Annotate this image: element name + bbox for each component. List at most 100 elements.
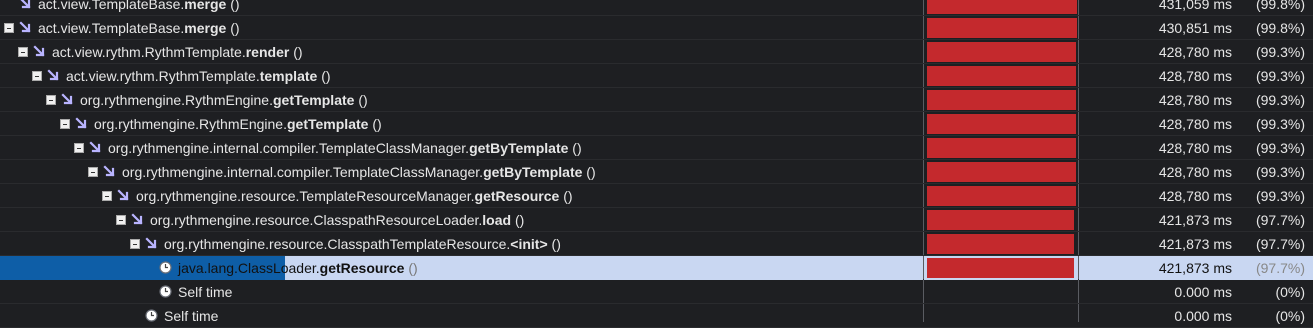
time-bar-cell — [924, 280, 1078, 304]
time-percent: (99.8%) — [1255, 20, 1305, 36]
down-right-arrow-icon — [19, 0, 33, 11]
time-percent: (97.7%) — [1255, 260, 1305, 276]
method-name: getResource — [319, 260, 405, 276]
collapse-toggle-icon[interactable] — [102, 191, 112, 201]
time-value: 428,780 ms — [1158, 164, 1232, 180]
tree-row[interactable]: org.rythmengine.RythmEngine.getTemplate … — [0, 112, 1313, 136]
down-right-arrow-icon — [19, 21, 33, 35]
tree-row[interactable]: java.lang.ClassLoader.getResource () 421,… — [0, 256, 1313, 280]
time-cell: 428,780 ms (99.3%) — [1079, 40, 1313, 64]
time-percent: (99.3%) — [1255, 44, 1305, 60]
tree-row[interactable]: org.rythmengine.resource.TemplateResourc… — [0, 184, 1313, 208]
collapse-toggle-icon[interactable] — [18, 47, 28, 57]
tree-row[interactable]: org.rythmengine.resource.ClasspathResour… — [0, 208, 1313, 232]
time-percent: (99.3%) — [1255, 188, 1305, 204]
method-prefix: org.rythmengine.RythmEngine. — [94, 116, 287, 132]
method-cell: org.rythmengine.RythmEngine.getTemplate … — [0, 88, 923, 112]
method-label: org.rythmengine.RythmEngine.getTemplate … — [94, 116, 382, 132]
time-value: 421,873 ms — [1158, 212, 1232, 228]
method-cell: org.rythmengine.resource.ClasspathTempla… — [0, 232, 923, 256]
method-name: getResource — [474, 188, 560, 204]
time-value: 428,780 ms — [1158, 92, 1232, 108]
tree-row[interactable]: act.view.rythm.RythmTemplate.template ()… — [0, 64, 1313, 88]
tree-row[interactable]: org.rythmengine.RythmEngine.getTemplate … — [0, 88, 1313, 112]
time-bar-cell — [924, 136, 1078, 160]
time-value: 428,780 ms — [1158, 116, 1232, 132]
time-bar — [927, 0, 1077, 14]
time-cell: 421,873 ms (97.7%) — [1079, 256, 1313, 280]
time-cell: 428,780 ms (99.3%) — [1079, 64, 1313, 88]
tree-row[interactable]: org.rythmengine.internal.compiler.Templa… — [0, 136, 1313, 160]
method-label: org.rythmengine.internal.compiler.Templa… — [122, 164, 596, 180]
method-label: act.view.TemplateBase.merge () — [38, 20, 240, 36]
method-cell: org.rythmengine.internal.compiler.Templa… — [0, 160, 923, 184]
time-value: 428,780 ms — [1158, 44, 1232, 60]
tree-row[interactable]: act.view.TemplateBase.merge () 430,851 ms… — [0, 16, 1313, 40]
method-name: merge — [184, 0, 227, 12]
time-bar — [927, 210, 1074, 230]
time-value: 428,780 ms — [1158, 68, 1232, 84]
collapse-toggle-icon[interactable] — [32, 71, 42, 81]
method-cell: java.lang.ClassLoader.getResource () — [0, 256, 923, 280]
time-cell: 421,873 ms (97.7%) — [1079, 208, 1313, 232]
down-right-arrow-icon — [47, 69, 61, 83]
method-label: org.rythmengine.internal.compiler.Templa… — [108, 140, 582, 156]
time-bar — [927, 66, 1076, 86]
method-args: () — [226, 0, 240, 12]
method-name: render — [245, 44, 290, 60]
time-bar — [927, 186, 1076, 206]
down-right-arrow-icon — [61, 93, 75, 107]
method-args: () — [354, 92, 368, 108]
method-label: act.view.rythm.RythmTemplate.render () — [52, 44, 303, 60]
time-cell: 0.000 ms (0%) — [1079, 304, 1313, 328]
method-label: Self time — [178, 284, 232, 300]
time-bar — [927, 90, 1076, 110]
collapse-toggle-icon[interactable] — [4, 23, 14, 33]
method-label: org.rythmengine.RythmEngine.getTemplate … — [80, 92, 368, 108]
tree-row[interactable]: Self time 0.000 ms (0%) — [0, 280, 1313, 304]
method-label: org.rythmengine.resource.ClasspathResour… — [150, 212, 524, 228]
time-percent: (99.3%) — [1255, 140, 1305, 156]
method-prefix: act.view.rythm.RythmTemplate. — [52, 44, 246, 60]
method-label: act.view.TemplateBase.merge () — [38, 0, 240, 12]
method-cell: act.view.rythm.RythmTemplate.template () — [0, 64, 923, 88]
collapse-toggle-icon[interactable] — [88, 167, 98, 177]
method-prefix: java.lang.ClassLoader. — [178, 260, 320, 276]
collapse-toggle-icon[interactable] — [116, 215, 126, 225]
time-bar-cell — [924, 232, 1078, 256]
time-bar-cell — [924, 112, 1078, 136]
method-args: () — [582, 164, 596, 180]
collapse-toggle-icon[interactable] — [46, 95, 56, 105]
time-bar-cell — [924, 16, 1078, 40]
method-args: () — [511, 212, 525, 228]
time-value: 431,059 ms — [1158, 0, 1232, 12]
collapse-toggle-icon[interactable] — [130, 239, 140, 249]
method-cell: act.view.TemplateBase.merge () — [0, 16, 923, 40]
time-value: 428,780 ms — [1158, 140, 1232, 156]
time-cell: 430,851 ms (99.8%) — [1079, 16, 1313, 40]
time-percent: (97.7%) — [1255, 212, 1305, 228]
down-right-arrow-icon — [75, 117, 89, 131]
method-cell: act.view.TemplateBase.merge () — [0, 0, 923, 16]
time-cell: 428,780 ms (99.3%) — [1079, 88, 1313, 112]
method-cell: Self time — [0, 304, 923, 328]
method-args: () — [289, 44, 303, 60]
time-percent: (0%) — [1275, 284, 1305, 300]
time-cell: 431,059 ms (99.8%) — [1079, 0, 1313, 16]
time-bar — [927, 18, 1077, 38]
tree-row[interactable]: org.rythmengine.resource.ClasspathTempla… — [0, 232, 1313, 256]
time-bar-cell — [924, 160, 1078, 184]
tree-row[interactable]: Self time 0.000 ms (0%) — [0, 304, 1313, 328]
collapse-toggle-icon[interactable] — [74, 143, 84, 153]
tree-row[interactable]: org.rythmengine.internal.compiler.Templa… — [0, 160, 1313, 184]
clock-icon — [159, 285, 172, 298]
time-bar-cell — [924, 88, 1078, 112]
time-value: 428,780 ms — [1158, 188, 1232, 204]
collapse-toggle-icon[interactable] — [60, 119, 70, 129]
method-args: () — [226, 20, 240, 36]
tree-row[interactable]: act.view.TemplateBase.merge () 431,059 ms… — [0, 0, 1313, 16]
time-bar — [927, 162, 1076, 182]
tree-row[interactable]: act.view.rythm.RythmTemplate.render () 42… — [0, 40, 1313, 64]
time-bar-cell — [924, 64, 1078, 88]
time-percent: (97.7%) — [1255, 236, 1305, 252]
